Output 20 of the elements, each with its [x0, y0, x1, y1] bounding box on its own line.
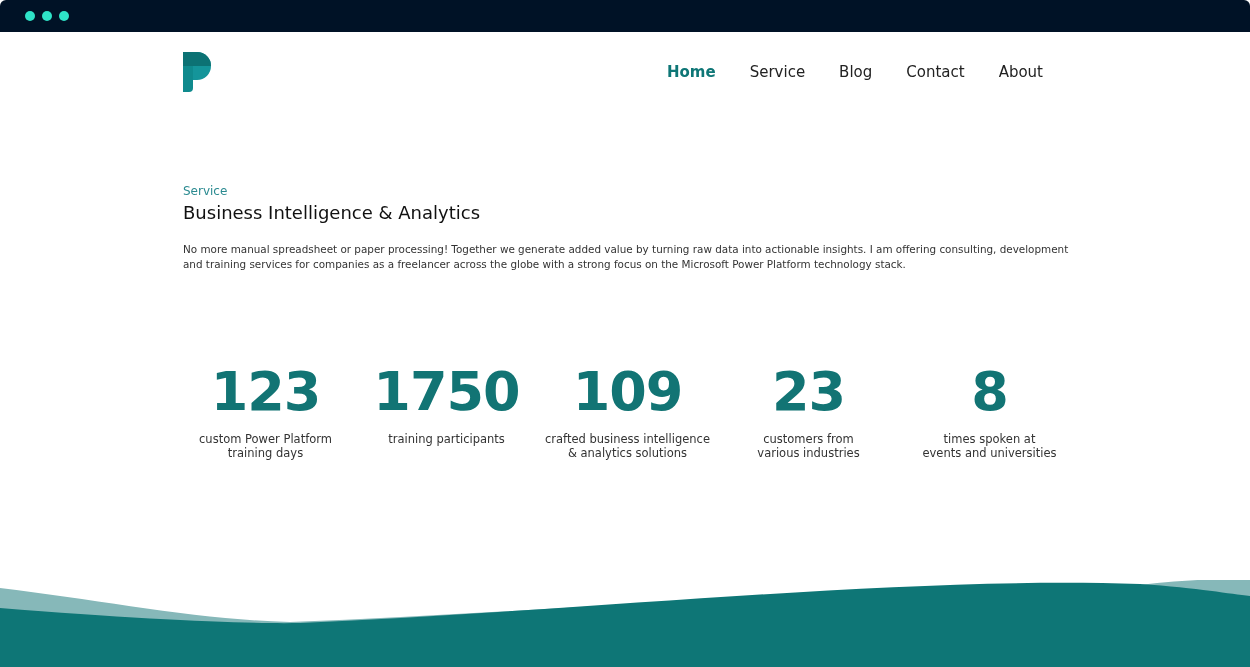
stat-number: 8: [971, 362, 1008, 422]
logo-icon[interactable]: [183, 52, 211, 92]
section-title: Business Intelligence & Analytics: [183, 202, 482, 223]
stat-caption: crafted business intelligence & analytics solutions: [545, 432, 710, 460]
section-label: Service: [183, 184, 229, 198]
stat-number: 123: [210, 362, 321, 422]
section-description: No more manual spreadsheet or paper processing! Together we generate added value by turning raw data into actionable insights. I am offering consulting, development and training services for companies as a freelancer across the globe with a strong focus on the Microsoft Power Platform technology stack.: [183, 242, 1070, 272]
nav-link[interactable]: Home: [650, 63, 733, 81]
window-dots-icon: [24, 10, 70, 22]
stat-number: 23: [771, 362, 846, 422]
nav-link[interactable]: Contact: [889, 63, 982, 81]
stat-caption: customers from various industries: [757, 432, 860, 460]
stat-caption: custom Power Platform training days: [199, 432, 332, 460]
stat-number: 1750: [373, 362, 520, 422]
nav-link[interactable]: Service: [732, 63, 823, 81]
nav-link[interactable]: About: [981, 63, 1060, 81]
stat-caption: times spoken at events and universities: [922, 432, 1057, 460]
nav-link[interactable]: Blog: [822, 63, 890, 81]
stat-number: 109: [572, 362, 683, 422]
stat-caption: training participants: [388, 432, 505, 446]
